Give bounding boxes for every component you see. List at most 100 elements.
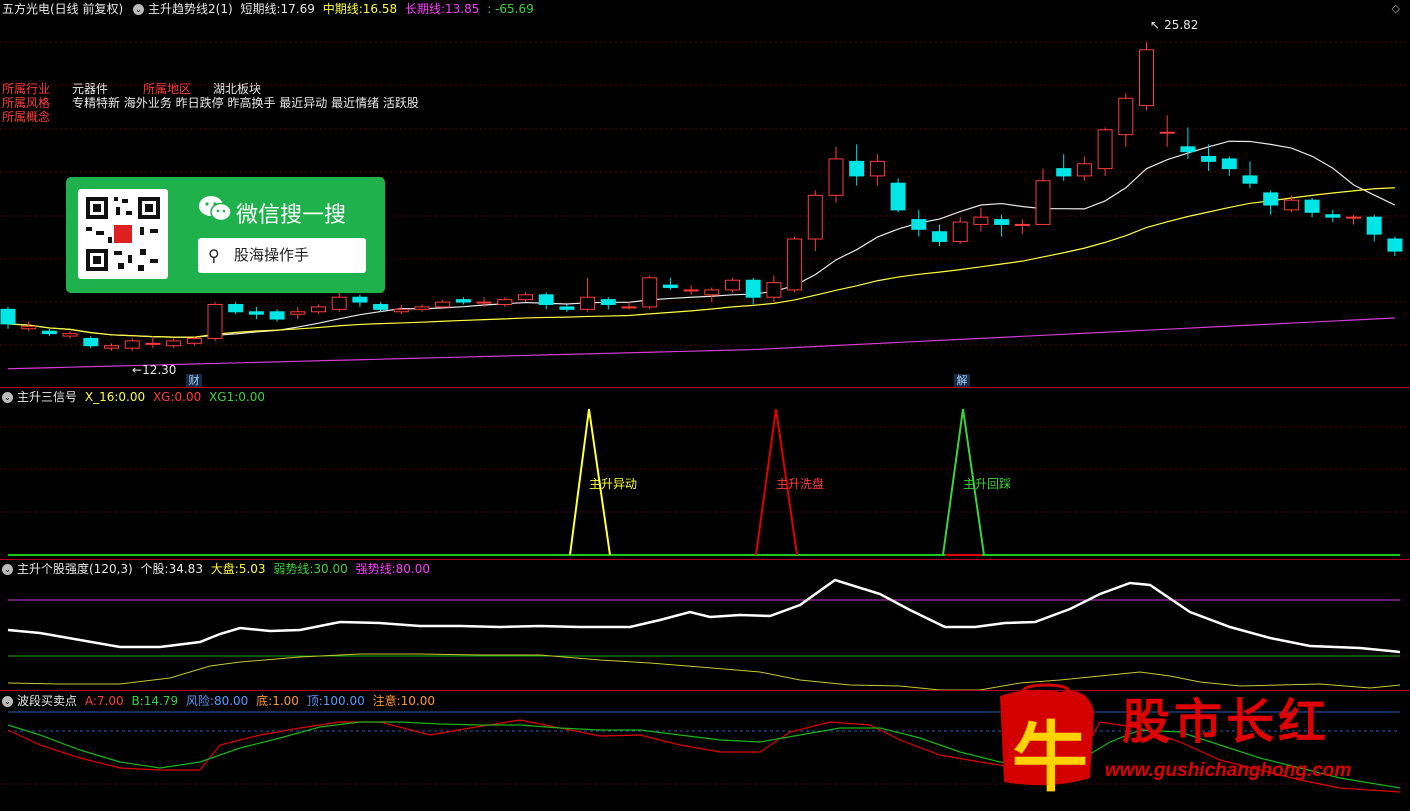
candle — [725, 277, 740, 293]
low-price-value: 12.30 — [142, 363, 177, 377]
candle-body — [1387, 238, 1403, 252]
xg1-label: XG1: — [209, 390, 239, 404]
bottom-value: 1.00 — [272, 694, 299, 708]
candle — [145, 336, 161, 349]
candle-body — [1118, 97, 1134, 136]
candle-body — [745, 279, 761, 298]
candle — [269, 309, 285, 322]
candle-body — [1076, 163, 1092, 177]
chevron-down-icon[interactable]: ⌄ — [2, 392, 13, 403]
top-value: 100.00 — [322, 694, 365, 708]
candle-body — [393, 308, 409, 313]
candle — [1325, 209, 1341, 223]
candle — [745, 277, 761, 305]
search-icon: ⚲ — [208, 246, 220, 265]
candle — [1118, 93, 1134, 147]
finance-tag[interactable]: 财 — [186, 374, 202, 388]
candle — [1304, 197, 1320, 218]
candle-body — [1242, 175, 1258, 184]
candle — [62, 331, 78, 339]
candle — [1366, 214, 1382, 242]
candle — [1035, 168, 1051, 225]
strength-panel-plot — [7, 578, 1401, 691]
unlock-tag[interactable]: 解 — [954, 374, 970, 388]
candle-body — [166, 340, 182, 347]
candle-body — [642, 277, 658, 308]
candle-body — [662, 284, 678, 289]
xg-value: 0.00 — [174, 390, 202, 404]
stock-strength-line — [7, 578, 1401, 654]
candle-body — [331, 296, 347, 310]
candle-body — [1035, 180, 1051, 225]
candle-body — [1263, 192, 1279, 206]
candle-body — [849, 160, 865, 177]
candle-body — [1304, 199, 1320, 213]
candle-body — [290, 311, 306, 315]
candle-body — [1014, 223, 1030, 226]
candle — [600, 297, 616, 310]
candle — [1159, 115, 1175, 147]
candle-body — [704, 289, 720, 296]
wave-panel-title[interactable]: 波段买卖点 — [17, 694, 77, 708]
candle-body — [1346, 216, 1361, 219]
candle — [1387, 236, 1403, 256]
candle — [662, 277, 678, 290]
signal-panel-plot — [8, 408, 1400, 556]
candle — [83, 336, 99, 349]
top-label: 顶: — [306, 694, 323, 708]
wechat-search-box[interactable]: ⚲ 股海操作手 — [198, 238, 366, 273]
candle-body — [828, 158, 844, 196]
chevron-down-icon[interactable]: ⌄ — [2, 696, 13, 707]
candle-body — [207, 303, 223, 339]
candle-body — [455, 299, 471, 303]
candle-body — [932, 231, 947, 242]
candle — [1139, 42, 1154, 111]
candle — [994, 214, 1010, 237]
candle — [849, 144, 865, 186]
signal-panel-title[interactable]: 主升三信号 — [17, 390, 77, 404]
qr-pattern — [86, 197, 160, 271]
grid-lines — [0, 41, 1410, 785]
candle-body — [0, 308, 16, 325]
candle-body — [373, 303, 389, 310]
watermark-url: www.gushichanghong.com — [1105, 760, 1352, 781]
candle — [1056, 154, 1072, 181]
candle-body — [787, 238, 803, 291]
strong-line-label: 强势线: — [355, 562, 396, 576]
candle — [1014, 219, 1030, 235]
chevron-down-icon[interactable]: ⌄ — [2, 564, 13, 575]
candle-body — [1325, 214, 1341, 218]
candle — [683, 285, 699, 295]
candle-body — [994, 219, 1010, 225]
candle-body — [725, 279, 740, 291]
signal-label-2: 主升洗盘 — [776, 477, 825, 491]
candle-body — [621, 306, 637, 309]
strength-panel-title[interactable]: 主升个股强度(120,3) — [17, 562, 133, 576]
candle — [580, 277, 596, 312]
high-price-marker: ↖ 25.82 — [1150, 18, 1199, 32]
candle — [1346, 214, 1361, 225]
high-price-value: 25.82 — [1164, 18, 1199, 32]
candle — [559, 304, 575, 312]
wechat-ad-banner[interactable]: 微信搜一搜 ⚲ 股海操作手 — [66, 177, 385, 293]
note-label: 注意: — [372, 694, 401, 708]
candle-body — [952, 221, 968, 242]
market-strength-value: 5.03 — [238, 562, 266, 576]
candle — [828, 146, 844, 203]
candle-body — [559, 306, 575, 310]
wechat-logo-icon — [198, 195, 232, 223]
candle — [290, 306, 306, 320]
watermark-logo-char: 牛 — [1012, 713, 1088, 802]
candle-body — [41, 330, 57, 335]
candle-body — [1221, 158, 1237, 170]
candle-body — [869, 160, 885, 177]
xg-label: XG: — [152, 390, 175, 404]
candle — [228, 302, 244, 315]
candle — [1263, 190, 1279, 215]
candle-body — [538, 294, 554, 305]
candle-body — [683, 289, 699, 292]
strong-line-value: 80.00 — [395, 562, 431, 576]
candle — [414, 304, 430, 312]
watermark-logo: 牛 — [990, 682, 1102, 802]
weak-line-label: 弱势线: — [273, 562, 314, 576]
